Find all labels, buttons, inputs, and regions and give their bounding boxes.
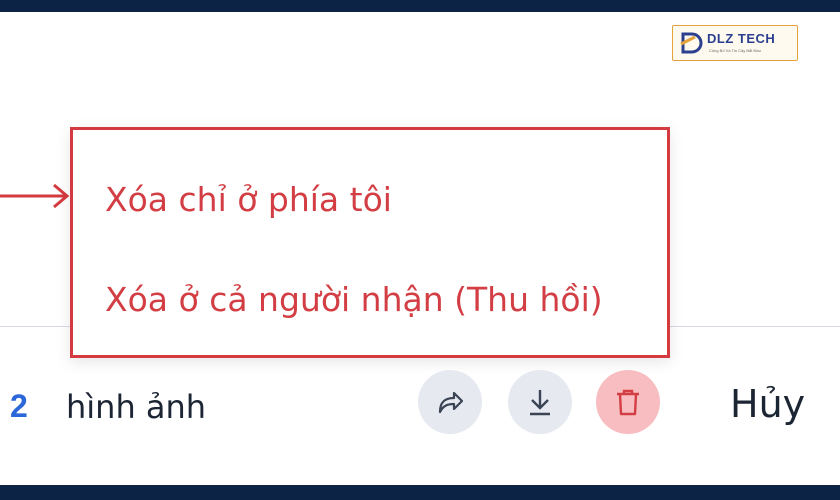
screen: DLZ TECH Công Bố Và Tin Cậy Bắt Đầu Xóa … [0,12,840,485]
cancel-button[interactable]: Hủy [730,382,805,426]
download-button[interactable] [508,370,572,434]
download-icon [530,390,550,416]
share-button[interactable] [418,370,482,434]
selected-count-label: hình ảnh [66,388,207,426]
trash-icon [617,389,639,416]
brand-logo: DLZ TECH Công Bố Và Tin Cậy Bắt Đầu [672,25,798,61]
dlz-logo-icon [680,32,703,54]
delete-button[interactable] [596,370,660,434]
selected-count: 2 [10,388,28,424]
logo-tagline: Công Bố Và Tin Cậy Bắt Đầu [709,48,761,53]
share-icon [438,391,464,414]
delete-for-everyone-option[interactable]: Xóa ở cả người nhận (Thu hồi) [105,280,603,319]
logo-brand: DLZ TECH [707,31,776,46]
delete-options-menu: Xóa chỉ ở phía tôi Xóa ở cả người nhận (… [70,127,670,358]
pointer-arrow-icon [0,183,70,209]
delete-for-me-option[interactable]: Xóa chỉ ở phía tôi [105,180,392,219]
